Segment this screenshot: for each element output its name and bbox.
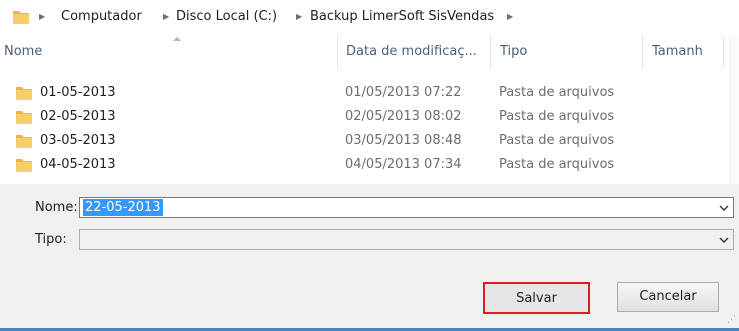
file-type: Pasta de arquivos — [499, 157, 615, 172]
file-name: 02-05-2013 — [40, 109, 116, 124]
type-label: Tipo: — [35, 232, 67, 247]
vertical-scrollbar[interactable] — [730, 36, 739, 184]
chevron-down-icon[interactable] — [719, 234, 729, 244]
file-name: 04-05-2013 — [40, 157, 116, 172]
chevron-right-icon[interactable]: ▶ — [296, 12, 302, 21]
file-date: 01/05/2013 07:22 — [345, 85, 462, 100]
column-divider[interactable] — [723, 36, 724, 68]
file-type: Pasta de arquivos — [499, 109, 615, 124]
column-divider[interactable] — [642, 36, 643, 68]
file-name-combobox[interactable]: 22-05-2013 — [79, 197, 734, 218]
breadcrumb-disco-local[interactable]: Disco Local (C:) — [176, 9, 277, 24]
folder-icon — [15, 85, 33, 105]
sort-indicator-icon — [173, 37, 181, 41]
address-bar[interactable]: ▶ Computador ▶ Disco Local (C:) ▶ Backup… — [0, 0, 739, 37]
list-item[interactable]: 02-05-2013 02/05/2013 08:02 Pasta de arq… — [0, 105, 739, 129]
file-type: Pasta de arquivos — [499, 85, 615, 100]
folder-icon — [12, 9, 30, 29]
cancel-button[interactable]: Cancelar — [617, 282, 719, 312]
list-item[interactable]: 04-05-2013 04/05/2013 07:34 Pasta de arq… — [0, 153, 739, 177]
folder-icon — [15, 133, 33, 153]
folder-icon — [15, 157, 33, 177]
file-name: 03-05-2013 — [40, 133, 116, 148]
file-date: 02/05/2013 08:02 — [345, 109, 462, 124]
column-divider[interactable] — [490, 36, 491, 68]
list-item[interactable]: 01-05-2013 01/05/2013 07:22 Pasta de arq… — [0, 81, 739, 105]
file-date: 04/05/2013 07:34 — [345, 157, 462, 172]
dialog-footer: Salvar Cancelar ⋰ — [0, 259, 739, 331]
file-type-select[interactable] — [79, 229, 734, 250]
list-item[interactable]: 03-05-2013 03/05/2013 08:48 Pasta de arq… — [0, 129, 739, 153]
name-label: Nome: — [35, 200, 78, 215]
chevron-right-icon[interactable]: ▶ — [163, 12, 169, 21]
folder-icon — [15, 109, 33, 129]
save-form: Nome: 22-05-2013 Tipo: — [0, 184, 739, 259]
file-name: 01-05-2013 — [40, 85, 116, 100]
breadcrumb-backup-folder[interactable]: Backup LimerSoft SisVendas — [310, 9, 494, 24]
column-header-name[interactable]: Nome — [4, 42, 42, 62]
file-date: 03/05/2013 08:48 — [345, 133, 462, 148]
column-header-date[interactable]: Data de modificaç... — [346, 42, 477, 62]
file-name-input[interactable]: 22-05-2013 — [83, 199, 163, 216]
breadcrumb-computador[interactable]: Computador — [61, 9, 142, 24]
save-button[interactable]: Salvar — [483, 282, 590, 314]
column-header-size[interactable]: Tamanh — [652, 42, 703, 62]
column-header-type[interactable]: Tipo — [500, 42, 527, 62]
file-type: Pasta de arquivos — [499, 133, 615, 148]
column-header-row: Nome Data de modificaç... Tipo Tamanh — [0, 36, 739, 68]
chevron-right-icon[interactable]: ▶ — [39, 12, 45, 21]
resize-grip-icon[interactable]: ⋰ — [727, 315, 736, 325]
file-list[interactable]: Nome Data de modificaç... Tipo Tamanh 01… — [0, 36, 739, 184]
chevron-down-icon[interactable] — [719, 202, 729, 212]
chevron-right-icon[interactable]: ▶ — [507, 12, 513, 21]
column-divider[interactable] — [337, 36, 338, 68]
